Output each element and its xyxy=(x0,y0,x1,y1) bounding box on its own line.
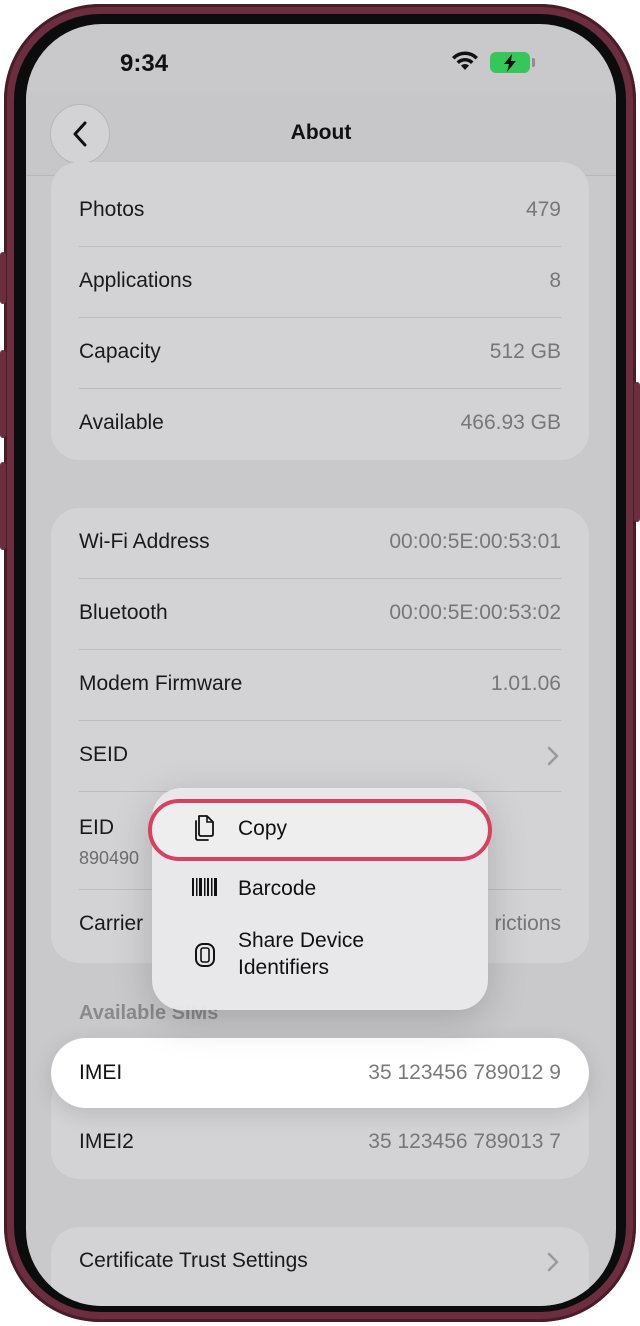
row-value: 35 123456 789012 9 xyxy=(368,1061,561,1084)
row-label: EID xyxy=(79,816,115,839)
storage-group: Photos 479 Applications 8 Capacity 512 G… xyxy=(51,162,589,460)
row-label: Bluetooth xyxy=(79,601,168,624)
seid-row[interactable]: SEID xyxy=(79,721,561,792)
row-value: 00:00:5E:00:53:01 xyxy=(389,530,561,553)
list-item: Capacity 512 GB xyxy=(79,318,561,389)
list-item: Available 466.93 GB xyxy=(79,389,561,460)
charging-bolt-icon xyxy=(504,54,516,72)
status-time: 9:34 xyxy=(120,50,169,77)
row-label: Carrier xyxy=(79,912,144,935)
menu-item-label: Copy xyxy=(238,817,288,840)
screen: 9:34 About Photos 479 Applications 8 Cap… xyxy=(26,24,616,1306)
status-bar: 9:34 xyxy=(26,24,616,104)
copy-icon xyxy=(195,815,214,841)
row-value: rictions xyxy=(494,912,561,935)
menu-item-label-line2: Identifiers xyxy=(238,956,330,979)
menu-item-label: Share Device xyxy=(238,929,365,952)
imei-row-selected[interactable]: IMEI 35 123456 789012 9 xyxy=(51,1038,589,1108)
menu-item-label: Barcode xyxy=(238,877,317,900)
imei2-row[interactable]: IMEI2 35 123456 789013 7 xyxy=(79,1108,561,1179)
row-label: Photos xyxy=(79,198,145,221)
phone-icon xyxy=(195,943,215,967)
row-label: Capacity xyxy=(79,340,161,363)
certificate-group: Certificate Trust Settings xyxy=(51,1227,589,1306)
row-value: 00:00:5E:00:53:02 xyxy=(389,601,561,624)
list-item: Applications 8 xyxy=(79,247,561,318)
menu-item-barcode[interactable]: Barcode xyxy=(152,866,488,918)
copy-highlight[interactable]: Copy xyxy=(148,799,492,861)
eid-value: 890490 xyxy=(79,848,140,868)
list-item[interactable]: Wi-Fi Address 00:00:5E:00:53:01 xyxy=(79,508,561,579)
row-label: IMEI xyxy=(79,1061,123,1084)
row-value: 8 xyxy=(549,269,561,292)
chevron-right-icon xyxy=(547,1252,559,1272)
battery-nub xyxy=(532,58,535,67)
chevron-right-icon xyxy=(547,746,559,766)
certificate-trust-row[interactable]: Certificate Trust Settings xyxy=(79,1227,561,1298)
action-button xyxy=(0,252,6,304)
row-label: Applications xyxy=(79,269,193,292)
row-label: Wi-Fi Address xyxy=(79,530,210,553)
row-label: IMEI2 xyxy=(79,1130,134,1153)
page-title: About xyxy=(290,121,352,144)
list-item: Photos 479 xyxy=(79,176,561,247)
row-value: 512 GB xyxy=(489,340,561,363)
list-item[interactable]: Modem Firmware 1.01.06 xyxy=(79,650,561,721)
row-value: 1.01.06 xyxy=(490,672,561,695)
wifi-icon xyxy=(452,51,478,70)
row-label: SEID xyxy=(79,743,129,766)
row-value: 466.93 GB xyxy=(460,411,561,434)
row-label: Modem Firmware xyxy=(79,672,243,695)
volume-up-button xyxy=(0,350,6,438)
menu-item-share-device-identifiers[interactable]: Share Device Identifiers xyxy=(152,928,488,998)
list-item[interactable]: Bluetooth 00:00:5E:00:53:02 xyxy=(79,579,561,650)
row-label: Certificate Trust Settings xyxy=(79,1249,308,1272)
row-value: 35 123456 789013 7 xyxy=(368,1130,561,1153)
row-value: 479 xyxy=(525,198,561,221)
barcode-icon xyxy=(192,878,217,896)
volume-down-button xyxy=(0,462,6,550)
power-button xyxy=(634,382,640,522)
row-label: Available xyxy=(79,411,164,434)
